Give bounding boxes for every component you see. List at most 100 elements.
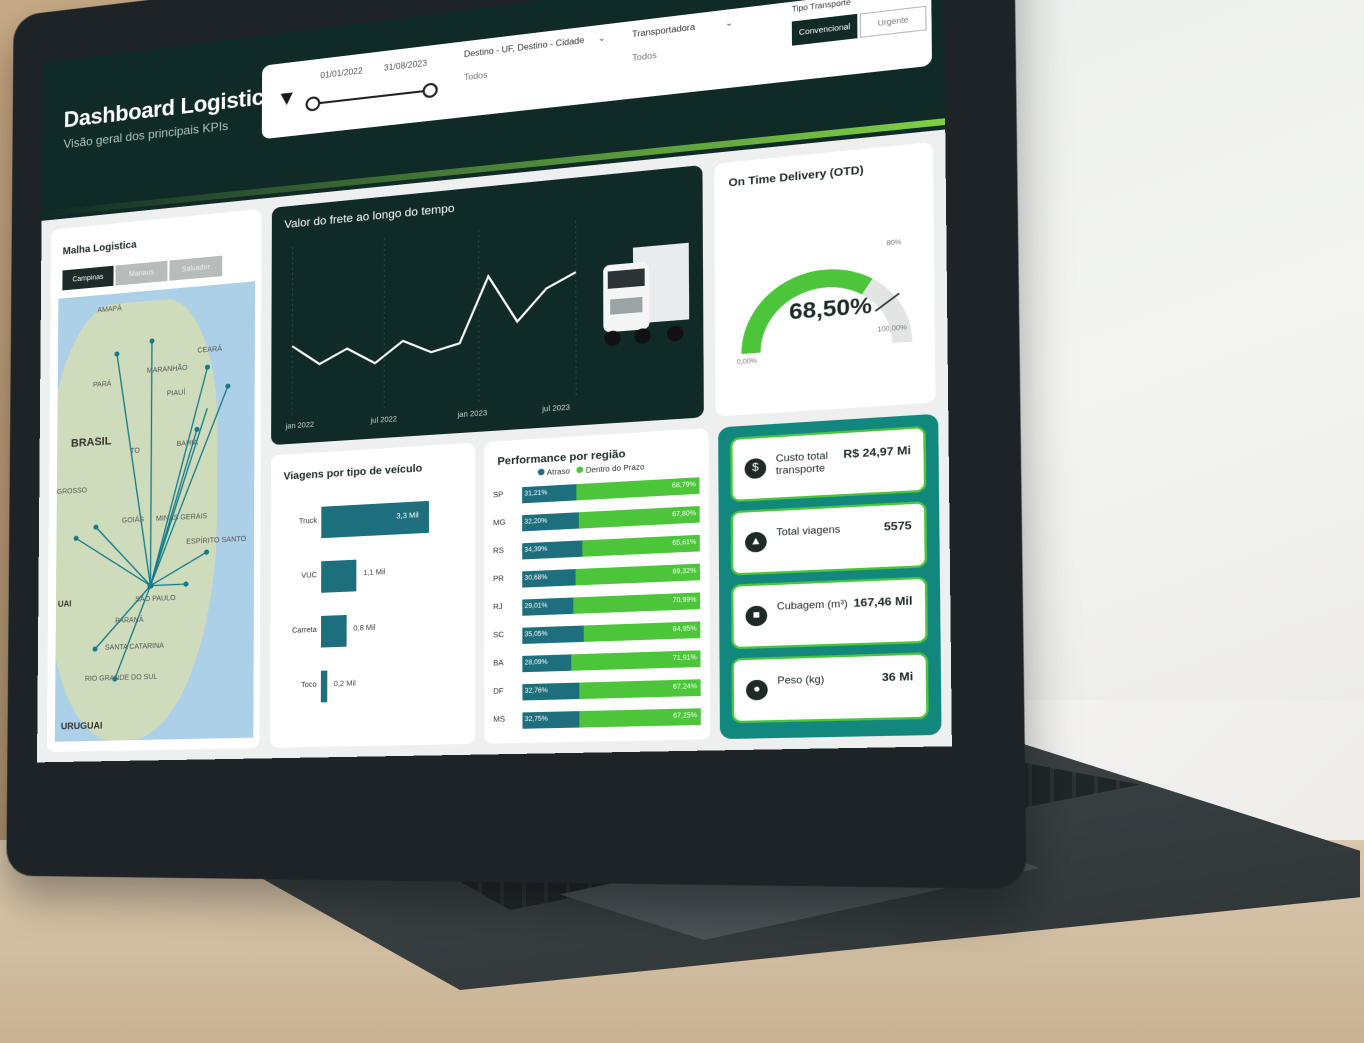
legend-prazo: Dentro do Prazo <box>585 463 645 475</box>
kpi-cubagem: ■ Cubagem (m³) 167,46 Mil <box>730 576 928 650</box>
prazo-bar[interactable]: 67,25% <box>579 708 701 728</box>
kpi-viagens: ▲ Total viagens 5575 <box>730 501 928 576</box>
kpi-value: 167,46 Mil <box>853 595 913 611</box>
prazo-bar[interactable]: 70,99% <box>572 592 701 614</box>
performance-row[interactable]: 29,01% 70,99% <box>522 592 701 616</box>
otd-card: On Time Delivery (OTD) 68,50% 80% 0,00% … <box>714 142 936 417</box>
performance-row[interactable]: 32,75% 67,25% <box>522 708 701 729</box>
bar[interactable] <box>320 670 328 703</box>
chevron-down-icon[interactable]: ⌄ <box>598 33 606 44</box>
atraso-bar[interactable]: 32,20% <box>522 512 579 532</box>
kpi-value: 5575 <box>883 520 912 534</box>
prazo-bar[interactable]: 67,80% <box>578 505 700 529</box>
performance-rows: SP 31,21% 68,79% MG 32,20% 67,80% RS 34,39% 65,6… <box>484 428 709 729</box>
kpi-label: Custo total transporte <box>775 449 829 477</box>
filter-icon[interactable]: ▼ <box>276 86 297 112</box>
region-label: DF <box>493 687 504 696</box>
region-label: PR <box>493 575 504 584</box>
otd-gauge <box>714 142 935 417</box>
prazo-bar[interactable]: 68,79% <box>576 477 700 501</box>
bar-value-label: 0,8 Mil <box>353 624 376 633</box>
freight-line-chart: Valor do frete ao longo do tempo jan 202… <box>271 164 704 446</box>
performance-row[interactable]: 32,76% 67,24% <box>522 679 701 701</box>
region-label: MS <box>493 716 506 724</box>
prazo-bar[interactable]: 71,91% <box>571 650 701 671</box>
legend-prazo-dot <box>576 466 584 474</box>
prazo-bar[interactable]: 65,61% <box>582 534 700 557</box>
atraso-bar[interactable]: 32,75% <box>522 711 580 729</box>
prazo-bar[interactable]: 69,32% <box>575 563 701 586</box>
destino-label: Destino - UF, Destino - Cidade <box>463 35 585 60</box>
region-label: RJ <box>493 603 503 612</box>
bar-category-label: Carreta <box>292 626 317 635</box>
map-routes <box>55 338 255 682</box>
legend-atraso-dot <box>537 468 545 476</box>
date-start[interactable]: 01/01/2022 <box>320 66 362 80</box>
atraso-bar[interactable]: 30,68% <box>522 569 576 588</box>
dashboard-screen: Dashboard Logistica Visão geral dos prin… <box>37 0 952 763</box>
performance-row[interactable]: 34,39% 65,61% <box>522 534 700 560</box>
performance-row[interactable]: 35,05% 64,95% <box>522 621 701 644</box>
atraso-bar[interactable]: 28,09% <box>522 654 572 673</box>
region-label: BA <box>493 659 504 668</box>
atraso-bar[interactable]: 32,76% <box>522 682 580 701</box>
kpi-panel: $ Custo total transporte R$ 24,97 Mi ▲ T… <box>718 413 942 740</box>
bar-value-label: 0,2 Mil <box>333 680 356 689</box>
atraso-bar[interactable]: 34,39% <box>522 540 583 560</box>
transportadora-label: Transportadora <box>632 22 696 40</box>
truck-image <box>603 242 690 347</box>
map-area[interactable]: AMAPÁ CEARÁ PARÁ MARANHÃO PIAUÍ BAHIA TO… <box>54 281 256 742</box>
region-label: SC <box>493 631 505 640</box>
destino-select[interactable]: Todos <box>464 70 487 82</box>
tipo-urgente-button[interactable]: Urgente <box>859 5 927 38</box>
map-title: Malha Logistica <box>62 239 137 258</box>
dollar-icon: $ <box>744 457 767 480</box>
otd-target: 80% <box>886 239 902 248</box>
viagens-bars: Truck 3,3 Mil VUC 1,1 Mil Carreta 0,8 Mil Toco… <box>271 443 475 703</box>
performance-legend: Atraso Dentro do Prazo <box>537 463 645 478</box>
atraso-bar[interactable]: 31,21% <box>522 484 577 504</box>
date-slider-end-knob[interactable] <box>422 82 438 99</box>
bar-category-label: VUC <box>301 571 317 581</box>
performance-row[interactable]: 32,20% 67,80% <box>522 505 700 532</box>
viagens-card: Viagens por tipo de veículo Truck 3,3 Mil… <box>270 442 476 748</box>
performance-row[interactable]: 30,68% 69,32% <box>522 563 701 588</box>
viagens-title: Viagens por tipo de veículo <box>283 463 423 483</box>
map-button-salvador[interactable]: Salvador <box>169 255 223 281</box>
kpi-label: Peso (kg) <box>777 673 825 687</box>
kpi-label: Cubagem (m³) <box>776 597 848 612</box>
region-label: RS <box>493 547 504 556</box>
atraso-bar[interactable]: 29,01% <box>522 597 573 616</box>
date-slider-track[interactable] <box>311 89 430 105</box>
map-button-manaus[interactable]: Manaus <box>115 260 168 286</box>
grid-line <box>576 221 577 399</box>
region-label: MG <box>493 519 506 528</box>
kpi-label: Total viagens <box>776 523 841 538</box>
atraso-bar[interactable]: 35,05% <box>522 625 584 644</box>
tipo-transporte-label: Tipo Transporte <box>791 0 851 14</box>
freight-line <box>292 269 576 370</box>
box-icon: ■ <box>745 605 768 627</box>
prazo-bar[interactable]: 67,24% <box>579 679 701 700</box>
performance-row[interactable]: 31,21% 68,79% <box>522 477 700 504</box>
bar-value-label: 3,3 Mil <box>396 512 419 521</box>
bar[interactable] <box>321 559 357 593</box>
bar-value-label: 1,1 Mil <box>363 568 386 578</box>
prazo-bar[interactable]: 64,95% <box>583 621 701 642</box>
tipo-convencional-button[interactable]: Convencional <box>791 13 858 46</box>
transportadora-select[interactable]: Todos <box>632 50 657 63</box>
map-button-campinas[interactable]: Campinas <box>62 265 114 291</box>
grid-line <box>292 247 293 418</box>
bar[interactable] <box>320 614 347 648</box>
bar-category-label: Toco <box>300 681 317 690</box>
kpi-value: 36 Mi <box>881 671 914 685</box>
kpi-custo: $ Custo total transporte R$ 24,97 Mi <box>730 425 927 503</box>
bar-category-label: Truck <box>298 517 318 526</box>
chevron-down-icon[interactable]: ⌄ <box>725 18 733 29</box>
date-end[interactable]: 31/08/2023 <box>384 58 427 72</box>
region-label: SP <box>492 491 504 500</box>
performance-row[interactable]: 28,09% 71,91% <box>522 650 701 673</box>
date-slider-start-knob[interactable] <box>305 95 321 112</box>
legend-atraso: Atraso <box>546 468 570 478</box>
road-icon: ▲ <box>745 531 767 553</box>
